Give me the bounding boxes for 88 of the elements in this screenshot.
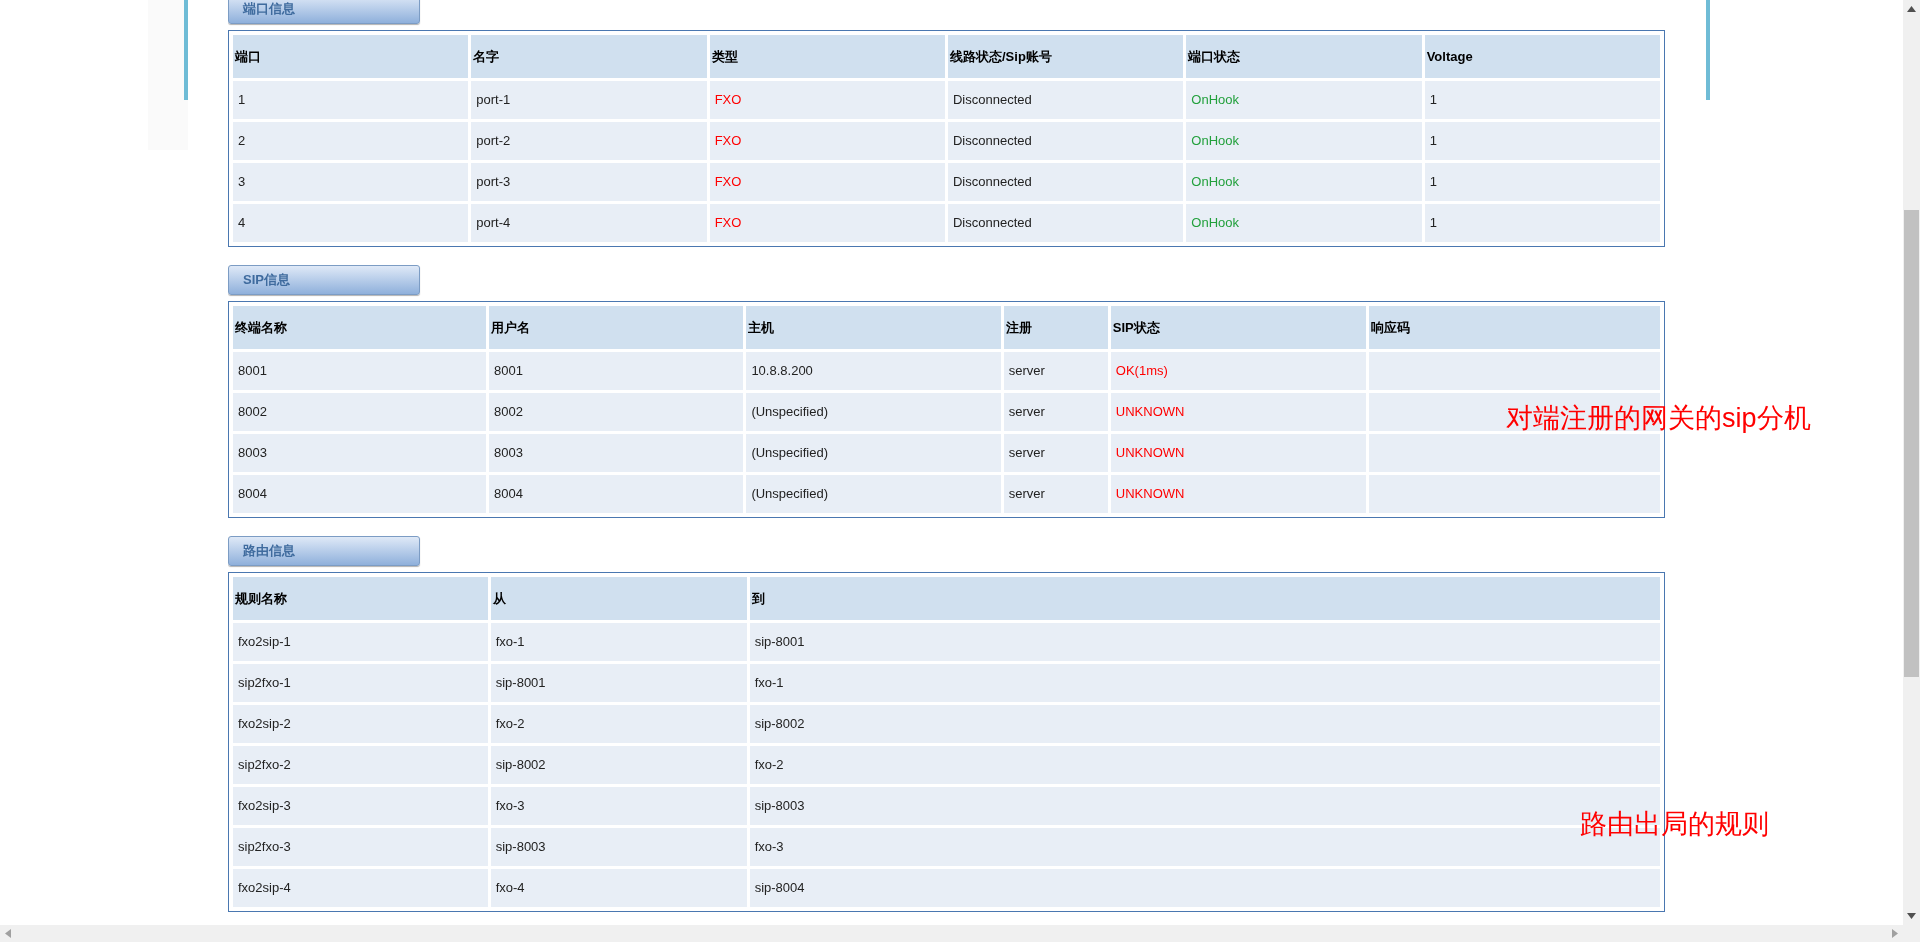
table-cell: 8002 xyxy=(233,393,487,431)
column-header: 线路状态/Sip账号 xyxy=(948,35,1184,78)
table-cell: 1 xyxy=(233,81,469,119)
table-cell: Disconnected xyxy=(948,204,1184,242)
table-cell: port-1 xyxy=(471,81,707,119)
column-header: 从 xyxy=(490,577,747,620)
column-header: 端口 xyxy=(233,35,469,78)
section-tab[interactable]: 端口信息 xyxy=(228,0,420,24)
column-header: 类型 xyxy=(709,35,945,78)
table-cell: fxo-1 xyxy=(749,664,1660,702)
right-arrow-icon[interactable] xyxy=(1892,929,1898,938)
table-cell: sip2fxo-2 xyxy=(233,746,488,784)
table-cell: 2 xyxy=(233,122,469,160)
table-cell: fxo-2 xyxy=(490,705,747,743)
table-cell: sip-8001 xyxy=(749,623,1660,661)
table-cell: sip-8001 xyxy=(490,664,747,702)
table-cell: 8002 xyxy=(489,393,744,431)
column-header: 终端名称 xyxy=(233,306,487,349)
column-header: 名字 xyxy=(471,35,707,78)
table-cell: OnHook xyxy=(1186,204,1422,242)
down-arrow-icon[interactable] xyxy=(1907,913,1916,919)
table-cell: fxo-1 xyxy=(490,623,747,661)
table-cell: (Unspecified) xyxy=(746,393,1001,431)
table-cell: server xyxy=(1003,475,1108,513)
table-cell: 4 xyxy=(233,204,469,242)
table-cell: sip2fxo-3 xyxy=(233,828,488,866)
table-cell: fxo-3 xyxy=(490,787,747,825)
table-cell: port-2 xyxy=(471,122,707,160)
left-arrow-icon[interactable] xyxy=(5,929,11,938)
table-cell: 8004 xyxy=(233,475,487,513)
table-cell: fxo-4 xyxy=(490,869,747,907)
table-cell: server xyxy=(1003,434,1108,472)
table-cell: 10.8.8.200 xyxy=(746,352,1001,390)
table-cell: server xyxy=(1003,393,1108,431)
table-cell: 8001 xyxy=(233,352,487,390)
table-cell: sip-8004 xyxy=(749,869,1660,907)
table-cell: sip-8002 xyxy=(749,705,1660,743)
table-cell: 8004 xyxy=(489,475,744,513)
table-cell: 1 xyxy=(1424,122,1660,160)
table-cell: OnHook xyxy=(1186,81,1422,119)
table-cell: UNKNOWN xyxy=(1110,393,1367,431)
table-cell: 8001 xyxy=(489,352,744,390)
table-cell: OnHook xyxy=(1186,122,1422,160)
table-cell: FXO xyxy=(709,122,945,160)
table-cell: 1 xyxy=(1424,81,1660,119)
section-tab[interactable]: 路由信息 xyxy=(228,536,420,566)
table-cell: 8003 xyxy=(233,434,487,472)
table-cell: FXO xyxy=(709,204,945,242)
table-cell: OnHook xyxy=(1186,163,1422,201)
table-cell: Disconnected xyxy=(948,81,1184,119)
column-header: 响应码 xyxy=(1369,306,1660,349)
column-header: 端口状态 xyxy=(1186,35,1422,78)
table-cell: fxo2sip-2 xyxy=(233,705,488,743)
column-header: Voltage xyxy=(1424,35,1660,78)
table-cell: (Unspecified) xyxy=(746,475,1001,513)
vertical-scrollbar[interactable] xyxy=(1903,0,1920,925)
table-cell: server xyxy=(1003,352,1108,390)
table-cell: sip2fxo-1 xyxy=(233,664,488,702)
table-cell: FXO xyxy=(709,81,945,119)
table-cell: port-3 xyxy=(471,163,707,201)
horizontal-scrollbar[interactable] xyxy=(0,925,1920,942)
table-cell: sip-8002 xyxy=(490,746,747,784)
column-header: 注册 xyxy=(1003,306,1108,349)
column-header: 主机 xyxy=(746,306,1001,349)
table-cell: Disconnected xyxy=(948,163,1184,201)
table-cell: FXO xyxy=(709,163,945,201)
table-cell: 1 xyxy=(1424,204,1660,242)
table-cell: 3 xyxy=(233,163,469,201)
column-header: SIP状态 xyxy=(1110,306,1367,349)
table-cell: fxo2sip-1 xyxy=(233,623,488,661)
table-cell: port-4 xyxy=(471,204,707,242)
table-cell: UNKNOWN xyxy=(1110,475,1367,513)
column-header: 到 xyxy=(749,577,1660,620)
table-cell: OK(1ms) xyxy=(1110,352,1367,390)
table-cell: 1 xyxy=(1424,163,1660,201)
table-cell: UNKNOWN xyxy=(1110,434,1367,472)
column-header: 用户名 xyxy=(489,306,744,349)
table-cell: fxo-2 xyxy=(749,746,1660,784)
section-tab[interactable]: SIP信息 xyxy=(228,265,420,295)
table-cell: fxo2sip-4 xyxy=(233,869,488,907)
table-cell: Disconnected xyxy=(948,122,1184,160)
table-cell: 8003 xyxy=(489,434,744,472)
column-header: 规则名称 xyxy=(233,577,488,620)
table-cell: sip-8003 xyxy=(490,828,747,866)
up-arrow-icon[interactable] xyxy=(1907,6,1916,12)
table-cell: (Unspecified) xyxy=(746,434,1001,472)
scrollbar-thumb[interactable] xyxy=(1904,210,1919,677)
table-cell: fxo2sip-3 xyxy=(233,787,488,825)
